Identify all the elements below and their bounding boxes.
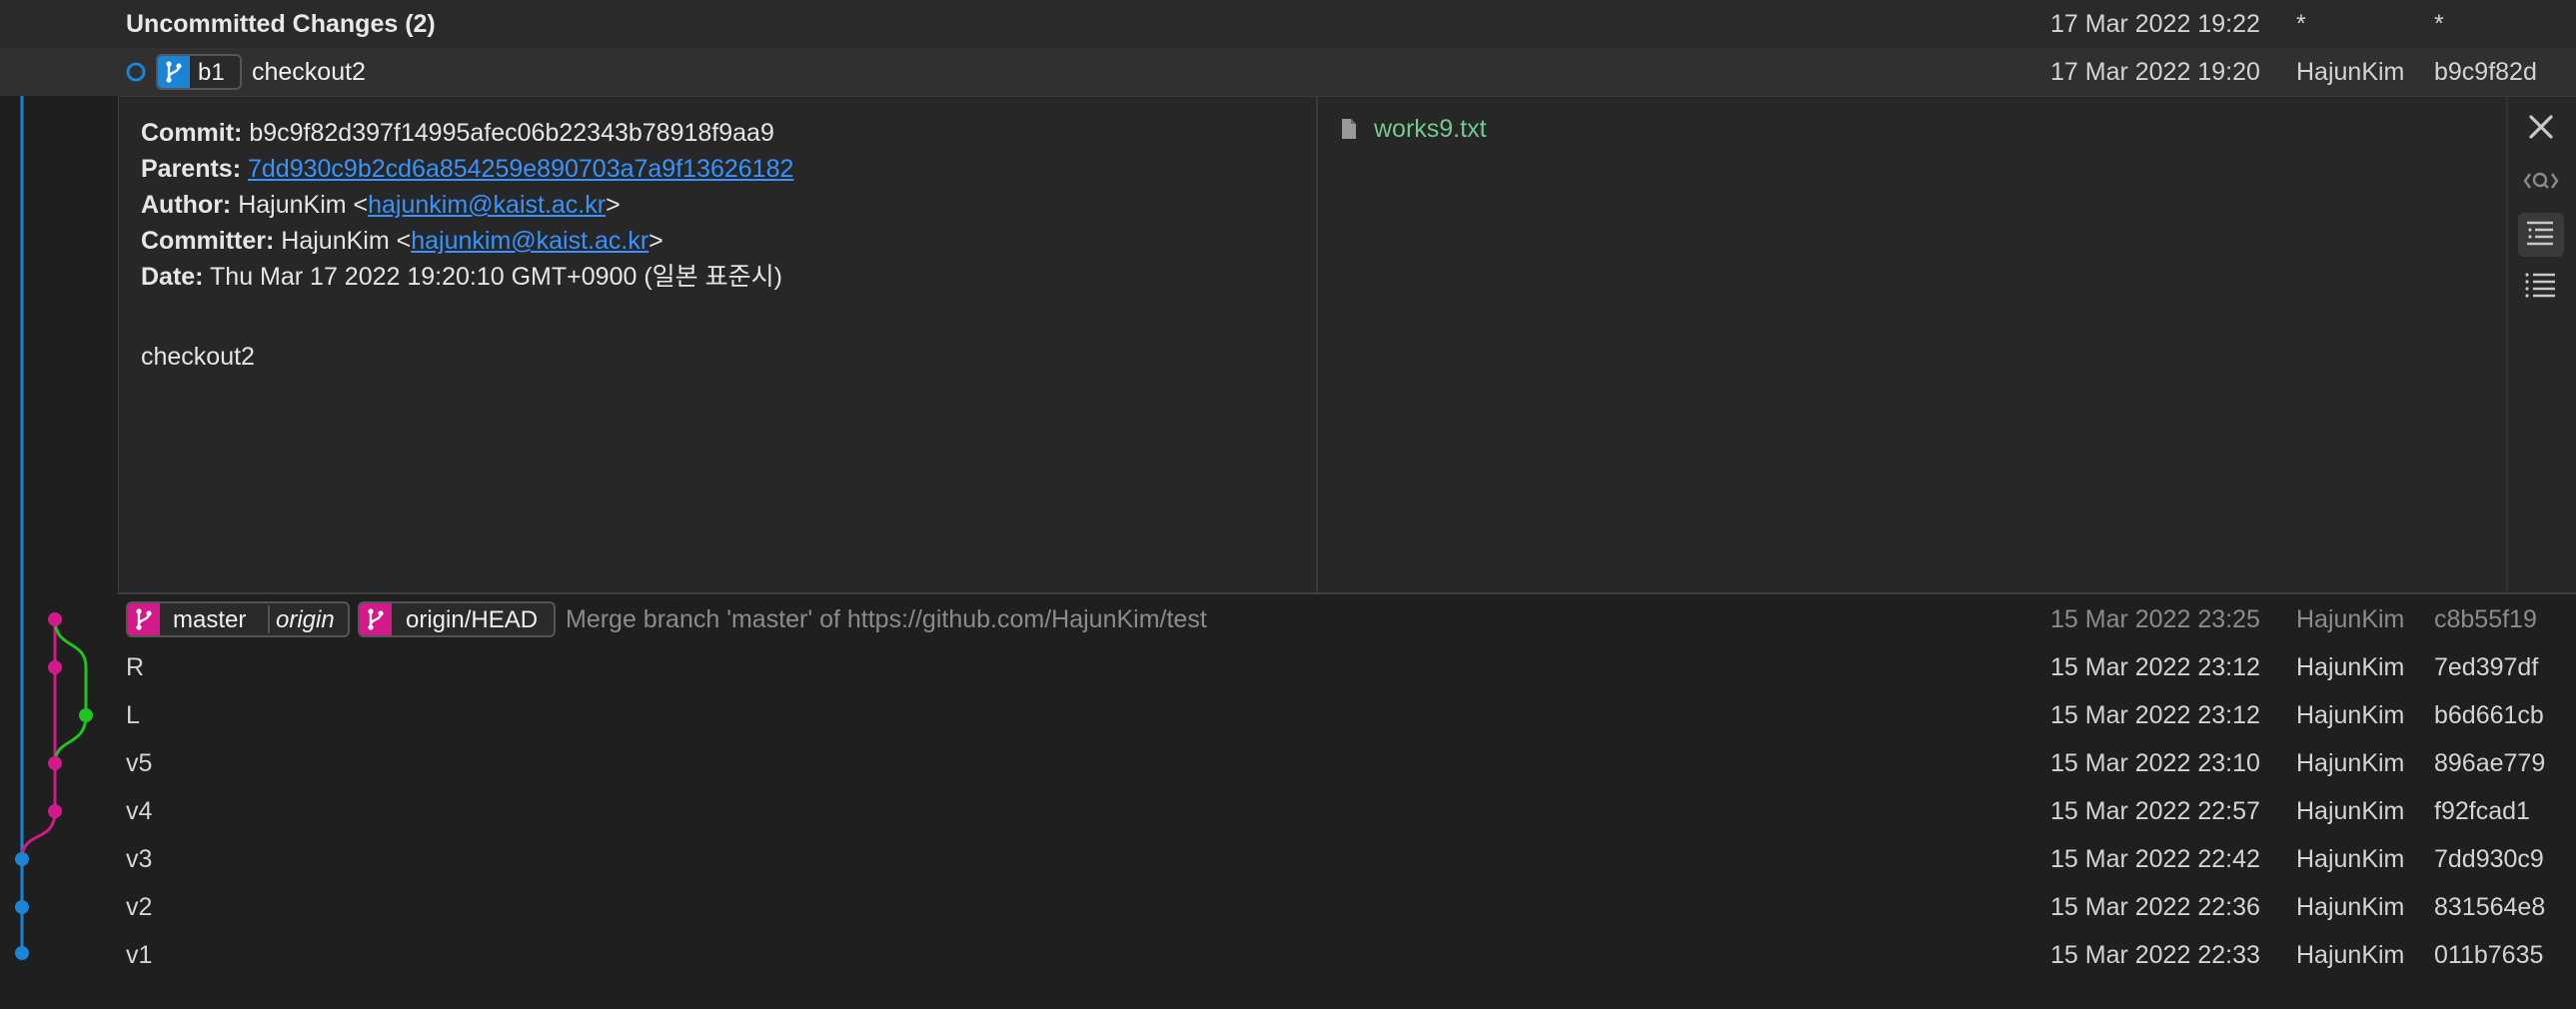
commit-date: 15 Mar 2022 22:33 [2050,941,2260,969]
commit-author: HajunKim [2296,749,2405,777]
commit-date: 15 Mar 2022 23:25 [2050,605,2260,633]
commit-author: HajunKim [2296,893,2405,921]
date-line: Date: Thu Mar 17 2022 19:20:10 GMT+0900 … [141,263,782,291]
branch-name: origin/HEAD [406,606,539,633]
selected-commit-row[interactable]: b1 checkout2 17 Mar 2022 19:20 HajunKim … [0,48,2576,96]
commit-summary: Commit: b9c9f82d397f14995afec06b22343b78… [118,97,1316,592]
commit-message: v2 [126,893,153,921]
commit-author: HajunKim [2296,605,2405,633]
commit-body: checkout2 [141,343,255,371]
commit-author: HajunKim [2296,845,2405,873]
branch-icon [360,603,392,635]
commit-date: 15 Mar 2022 23:12 [2050,701,2260,729]
commit-row[interactable]: v5 15 Mar 2022 23:10 HajunKim 896ae779 [0,739,2576,787]
uncommitted-changes-row[interactable]: Uncommitted Changes (2) 17 Mar 2022 19:2… [0,0,2576,48]
commit-hash: 011b7635 [2434,941,2544,969]
commit-hash: c8b55f19 [2434,605,2537,633]
file-name: works9.txt [1374,115,1487,143]
branch-icon [128,603,160,635]
close-button[interactable] [2518,105,2564,149]
committer-email-link[interactable]: hajunkim@kaist.ac.kr [411,227,648,255]
commit-message: R [126,653,145,681]
commit-date: 15 Mar 2022 22:57 [2050,797,2260,825]
commit-row[interactable]: master origin origin/HEAD Merge branch '… [0,595,2576,643]
commit-hash: 831564e8 [2434,893,2546,921]
tree-view-button[interactable] [2518,213,2564,257]
remote-name: origin [276,606,335,633]
committer-line: Committer: HajunKim <hajunkim@kaist.ac.k… [141,227,663,255]
commit-hash: * [2434,10,2444,38]
close-icon [2529,115,2553,139]
commit-date: 15 Mar 2022 22:36 [2050,893,2260,921]
commit-date: 15 Mar 2022 22:42 [2050,845,2260,873]
branch-badge-origin-head[interactable]: origin/HEAD [358,601,556,637]
search-diff-button[interactable] [2518,159,2564,203]
branch-name: b1 [198,59,225,86]
commit-row[interactable]: v3 15 Mar 2022 22:42 HajunKim 7dd930c9 [0,835,2576,883]
commit-author: HajunKim [2296,653,2405,681]
commit-hash-line: Commit: b9c9f82d397f14995afec06b22343b78… [141,119,774,147]
commit-message: v5 [126,749,153,777]
branch-name: master [173,606,247,633]
commit-row[interactable]: v1 15 Mar 2022 22:33 HajunKim 011b7635 [0,931,2576,979]
search-diff-icon [2523,172,2559,189]
commit-date: 17 Mar 2022 19:20 [2050,58,2260,86]
branch-badge-b1[interactable]: b1 [156,54,242,90]
branch-icon [158,56,190,88]
commit-hash: 7ed397df [2434,653,2539,681]
branch-badge-master[interactable]: master origin [126,601,350,637]
commit-row[interactable]: L 15 Mar 2022 23:12 HajunKim b6d661cb [0,691,2576,739]
file-icon [1342,119,1356,139]
commit-message: v4 [126,797,153,825]
parent-hash-link[interactable]: 7dd930c9b2cd6a854259e890703a7a9f13626182 [248,155,793,183]
commit-hash: f92fcad1 [2434,797,2530,825]
commit-message: L [126,701,140,729]
commit-hash: 7dd930c9 [2434,845,2544,873]
commit-message: v3 [126,845,153,873]
commit-message: checkout2 [252,58,366,86]
commit-author: HajunKim [2296,701,2405,729]
parents-line: Parents: 7dd930c9b2cd6a854259e890703a7a9… [141,155,794,183]
commit-row[interactable]: R 15 Mar 2022 23:12 HajunKim 7ed397df [0,643,2576,691]
list-view-button[interactable] [2518,265,2564,309]
commit-author: HajunKim [2296,58,2405,86]
commit-row[interactable]: v2 15 Mar 2022 22:36 HajunKim 831564e8 [0,883,2576,931]
uncommitted-message: Uncommitted Changes (2) [126,10,436,38]
changed-files-panel: works9.txt [1316,97,2527,592]
commit-row[interactable]: v4 15 Mar 2022 22:57 HajunKim f92fcad1 [0,787,2576,835]
author-line: Author: HajunKim <hajunkim@kaist.ac.kr> [141,191,621,219]
commit-hash: 896ae779 [2434,749,2546,777]
commit-message: Merge branch 'master' of https://github.… [566,605,1207,633]
commit-date: 17 Mar 2022 19:22 [2050,10,2260,38]
commit-author: * [2296,10,2306,38]
author-email-link[interactable]: hajunkim@kaist.ac.kr [368,191,606,219]
commit-hash: b9c9f82d [2434,58,2537,86]
commit-details-panel: Commit: b9c9f82d397f14995afec06b22343b78… [118,96,2576,594]
commit-author: HajunKim [2296,941,2405,969]
head-indicator-icon [126,62,146,82]
list-view-icon [2525,273,2555,298]
badge-divider [268,605,270,633]
tree-view-icon [2527,221,2553,246]
commit-date: 15 Mar 2022 23:12 [2050,653,2260,681]
commit-date: 15 Mar 2022 23:10 [2050,749,2260,777]
commit-message: v1 [126,941,153,969]
commit-hash: b6d661cb [2434,701,2544,729]
commit-author: HajunKim [2296,797,2405,825]
details-toolbar [2506,97,2576,592]
